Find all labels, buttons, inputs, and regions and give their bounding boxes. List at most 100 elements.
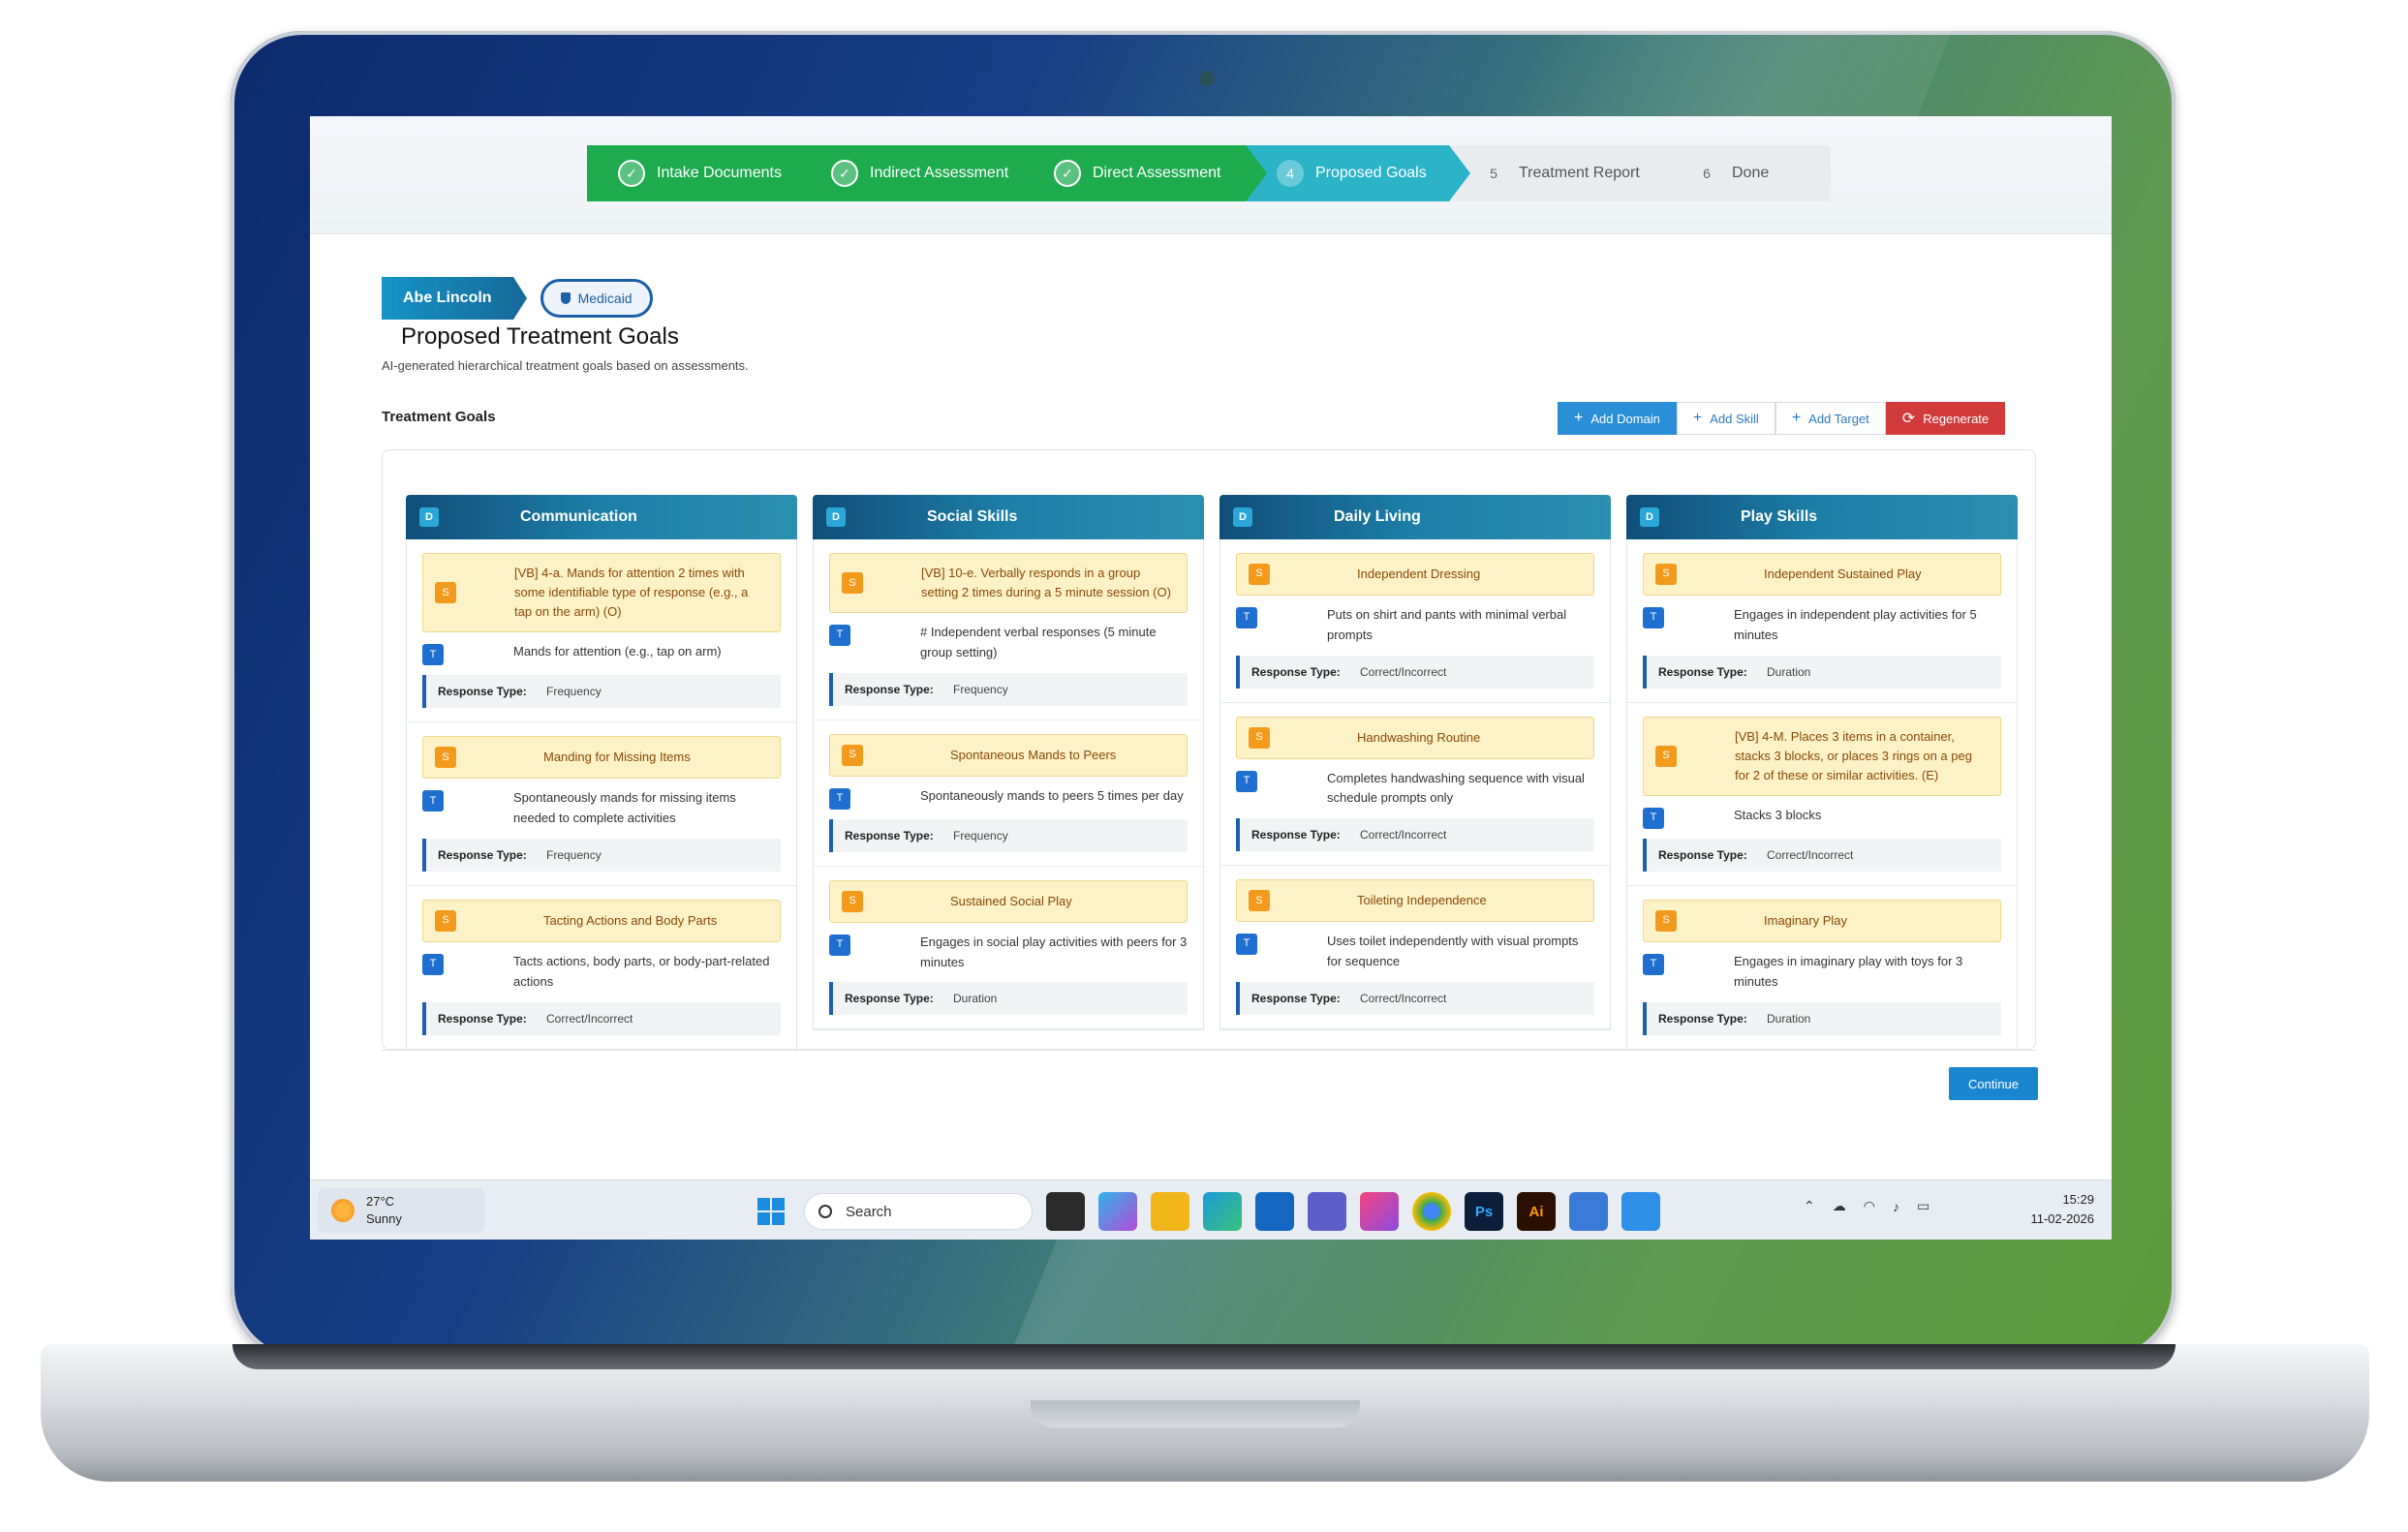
skill-item[interactable]: S [VB] 10-e. Verbally responds in a group… bbox=[829, 553, 1188, 614]
add-skill-button[interactable]: + Add Skill bbox=[1676, 402, 1775, 435]
skill-text: [VB] 4-M. Places 3 items in a container,… bbox=[1735, 728, 1972, 782]
system-tray: ⌃ ☁ ◠ ♪ ▭ bbox=[1804, 1198, 1929, 1214]
domain-header[interactable]: D Communication bbox=[406, 495, 797, 539]
teams-icon[interactable] bbox=[1308, 1192, 1346, 1231]
add-domain-button[interactable]: + Add Domain bbox=[1558, 402, 1677, 435]
response-value: Frequency bbox=[546, 685, 602, 699]
photos-icon[interactable] bbox=[1360, 1192, 1399, 1231]
skill-item[interactable]: S Tacting Actions and Body Parts bbox=[422, 900, 781, 943]
domain-column: D Play Skills S Independent Sustained Play T… bbox=[1626, 495, 2018, 1049]
goal-actions: + Add Domain + Add Skill + Add Target ⟳ Rege… bbox=[1558, 402, 2006, 435]
step-label: Indirect Assessment bbox=[870, 165, 1009, 181]
target-text: Stacks 3 blocks bbox=[1734, 808, 1822, 823]
chrome-icon[interactable] bbox=[1412, 1192, 1451, 1231]
target-item[interactable]: T Completes handwashing sequence with vis… bbox=[1236, 759, 1594, 819]
insurance-badge[interactable]: Medicaid bbox=[540, 279, 653, 318]
target-item[interactable]: T Engages in independent play activities … bbox=[1643, 596, 2001, 656]
plus-icon: + bbox=[1574, 410, 1584, 426]
response-type: Response Type: Correct/Incorrect bbox=[1236, 981, 1594, 1015]
step-direct-assessment[interactable]: ✓ Direct Assessment bbox=[1023, 145, 1267, 201]
weather-widget[interactable]: 27°C Sunny bbox=[318, 1188, 484, 1233]
target-item[interactable]: T Engages in social play activities with … bbox=[829, 923, 1188, 983]
target-item[interactable]: T Tacts actions, body parts, or body-part… bbox=[422, 942, 781, 1002]
skill-item[interactable]: S Toileting Independence bbox=[1236, 879, 1594, 923]
skill-item[interactable]: S Spontaneous Mands to Peers bbox=[829, 733, 1188, 777]
target-text: Engages in independent play activities f… bbox=[1734, 607, 1977, 642]
step-proposed-goals[interactable]: 4 Proposed Goals bbox=[1246, 145, 1470, 201]
step-done[interactable]: 6 Done bbox=[1662, 145, 1831, 201]
target-item[interactable]: T Puts on shirt and pants with minimal ve… bbox=[1236, 596, 1594, 656]
response-value: Frequency bbox=[953, 682, 1008, 696]
battery-icon[interactable]: ▭ bbox=[1917, 1198, 1929, 1214]
volume-icon[interactable]: ♪ bbox=[1893, 1199, 1899, 1214]
target-item[interactable]: T Stacks 3 blocks bbox=[1643, 796, 2001, 839]
skill-item[interactable]: S Sustained Social Play bbox=[829, 879, 1188, 923]
taskbar-clock[interactable]: 15:29 11-02-2026 bbox=[2011, 1190, 2094, 1228]
target-item[interactable]: T # Independent verbal responses (5 minut… bbox=[829, 613, 1188, 673]
task-view-icon[interactable] bbox=[1046, 1192, 1085, 1231]
check-icon: ✓ bbox=[618, 160, 645, 187]
domain-column: D Daily Living S Independent Dressing T Puts … bbox=[1219, 495, 1611, 1049]
target-item[interactable]: T Mands for attention (e.g., tap on arm) bbox=[422, 632, 781, 675]
skill-item[interactable]: S Manding for Missing Items bbox=[422, 736, 781, 780]
search-label: Search bbox=[846, 1203, 892, 1220]
cloud-icon[interactable]: ☁ bbox=[1833, 1198, 1846, 1214]
step-treatment-report[interactable]: 5 Treatment Report bbox=[1449, 145, 1662, 201]
step-label: Direct Assessment bbox=[1093, 165, 1221, 181]
goals-board: D Communication S [VB] 4-a. Mands for atten… bbox=[382, 449, 2036, 1050]
target-badge: T bbox=[1236, 770, 1257, 792]
skill-card: S [VB] 4-a. Mands for attention 2 times w… bbox=[407, 539, 796, 723]
skill-item[interactable]: S Handwashing Routine bbox=[1236, 716, 1594, 759]
target-item[interactable]: T Spontaneously mands to peers 5 times pe… bbox=[829, 777, 1188, 819]
illustrator-icon[interactable]: Ai bbox=[1517, 1192, 1556, 1231]
check-icon: ✓ bbox=[1054, 160, 1081, 187]
skill-badge: S bbox=[842, 744, 863, 766]
response-label: Response Type: bbox=[845, 682, 934, 696]
photoshop-icon[interactable]: Ps bbox=[1465, 1192, 1503, 1231]
response-value: Correct/Incorrect bbox=[1360, 828, 1447, 843]
skill-text: [VB] 4-a. Mands for attention 2 times wi… bbox=[514, 566, 749, 620]
step-intake-documents[interactable]: ✓ Intake Documents bbox=[587, 145, 821, 201]
windows-icon bbox=[757, 1198, 785, 1225]
edge-icon[interactable] bbox=[1203, 1192, 1242, 1231]
target-badge: T bbox=[1236, 934, 1257, 956]
skill-badge: S bbox=[842, 572, 863, 595]
copilot-icon[interactable] bbox=[1098, 1192, 1137, 1231]
skill-item[interactable]: S [VB] 4-M. Places 3 items in a container… bbox=[1643, 716, 2001, 797]
skill-text: Independent Dressing bbox=[1357, 566, 1481, 581]
skill-item[interactable]: S Independent Sustained Play bbox=[1643, 553, 2001, 596]
domain-header[interactable]: D Social Skills bbox=[813, 495, 1204, 539]
step-number: 4 bbox=[1277, 160, 1304, 187]
response-value: Correct/Incorrect bbox=[1360, 991, 1447, 1005]
skill-item[interactable]: S [VB] 4-a. Mands for attention 2 times w… bbox=[422, 553, 781, 633]
regenerate-button[interactable]: ⟳ Regenerate bbox=[1885, 402, 2006, 435]
add-target-button[interactable]: + Add Target bbox=[1775, 402, 1886, 435]
skill-item[interactable]: S Imaginary Play bbox=[1643, 900, 2001, 943]
check-icon: ✓ bbox=[831, 160, 858, 187]
target-item[interactable]: T Spontaneously mands for missing items n… bbox=[422, 779, 781, 839]
step-indirect-assessment[interactable]: ✓ Indirect Assessment bbox=[800, 145, 1044, 201]
target-item[interactable]: T Engages in imaginary play with toys for… bbox=[1643, 942, 2001, 1002]
skill-text: Spontaneous Mands to Peers bbox=[950, 747, 1117, 762]
domain-skills: S [VB] 4-a. Mands for attention 2 times w… bbox=[406, 539, 797, 1049]
search-icon bbox=[818, 1205, 832, 1218]
domain-skills: S Independent Sustained Play T Engages in i… bbox=[1626, 539, 2018, 1049]
outlook-icon[interactable] bbox=[1255, 1192, 1294, 1231]
domain-header[interactable]: D Daily Living bbox=[1219, 495, 1611, 539]
target-badge: T bbox=[422, 790, 444, 812]
skill-item[interactable]: S Independent Dressing bbox=[1236, 553, 1594, 596]
chevron-up-icon[interactable]: ⌃ bbox=[1804, 1198, 1815, 1214]
target-item[interactable]: T Uses toilet independently with visual p… bbox=[1236, 922, 1594, 982]
skill-card: S Sustained Social Play T Engages in social… bbox=[814, 867, 1203, 1030]
domain-header[interactable]: D Play Skills bbox=[1626, 495, 2018, 539]
wifi-icon[interactable]: ◠ bbox=[1864, 1198, 1875, 1214]
start-button[interactable] bbox=[752, 1192, 790, 1231]
taskbar-search[interactable]: Search bbox=[804, 1193, 1033, 1230]
file-explorer-icon[interactable] bbox=[1151, 1192, 1189, 1231]
step-number: 6 bbox=[1703, 166, 1711, 181]
patient-name[interactable]: Abe Lincoln bbox=[382, 277, 527, 320]
notepad-icon[interactable] bbox=[1569, 1192, 1608, 1231]
skill-badge: S bbox=[1249, 564, 1270, 585]
paint-icon[interactable] bbox=[1621, 1192, 1660, 1231]
continue-button[interactable]: Continue bbox=[1949, 1067, 2038, 1100]
